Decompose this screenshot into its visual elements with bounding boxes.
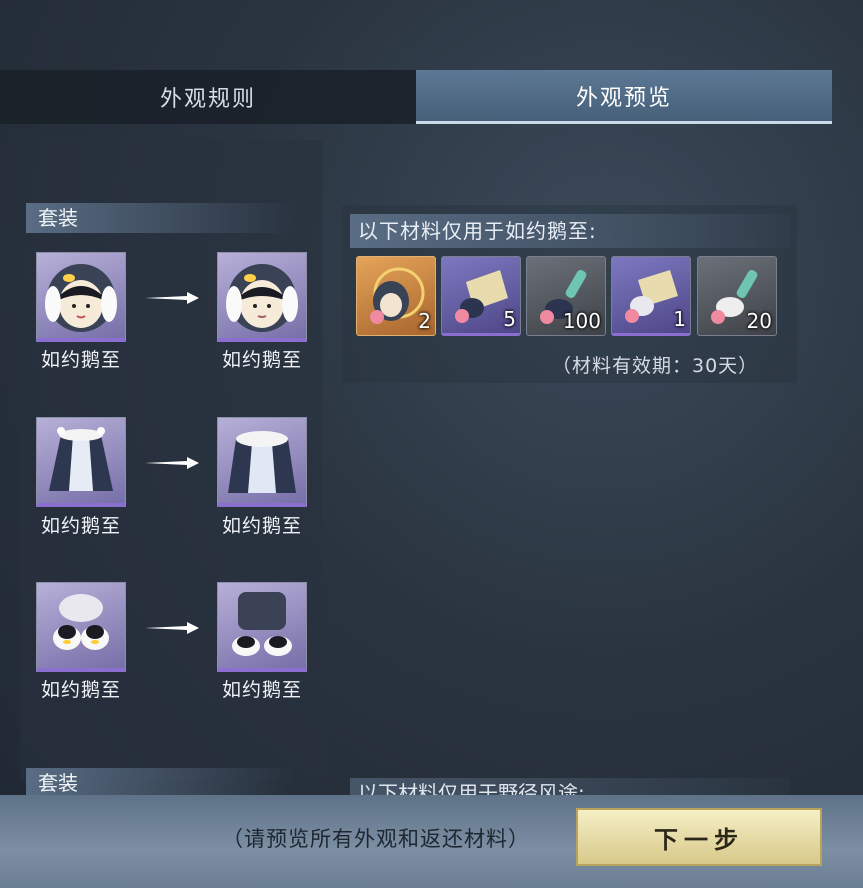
material-slot[interactable]: 100 (526, 256, 606, 336)
section-title-outfit-2: 套装 (26, 768, 296, 795)
arrow-right-icon (145, 292, 199, 304)
penguin-cloak-outfit-icon (49, 426, 113, 491)
material-slot[interactable]: 1 (611, 256, 691, 336)
footer-hint: （请预览所有外观和返还材料） (222, 827, 530, 851)
material-count: 5 (503, 307, 516, 331)
material-count: 100 (562, 309, 601, 333)
item-name-to: 如约鹅至 (221, 349, 302, 371)
tab-appearance-preview[interactable]: 外观预览 (416, 70, 832, 124)
penguin-hood-head-icon (226, 263, 298, 332)
item-card-from-head[interactable] (36, 252, 126, 342)
penguin-slippers-icon (53, 593, 109, 650)
penguin-cloak-outfit-icon (228, 430, 296, 493)
material-count: 2 (418, 309, 431, 333)
item-name-from: 如约鹅至 (40, 679, 121, 701)
item-card-to-head[interactable] (217, 252, 307, 342)
arrow-right-icon (145, 457, 199, 469)
materials-label: 以下材料仅用于如约鹅至: (350, 214, 790, 248)
material-count: 20 (746, 309, 772, 333)
item-name-to: 如约鹅至 (221, 679, 302, 701)
item-card-from-cloak[interactable] (36, 417, 126, 507)
item-card-to-cloak[interactable] (217, 417, 307, 507)
material-slot[interactable]: 2 (356, 256, 436, 336)
item-card-to-slippers[interactable] (217, 582, 307, 672)
penguin-slippers-icon (232, 591, 292, 656)
material-slot[interactable]: 20 (697, 256, 777, 336)
penguin-hood-head-icon (45, 263, 117, 332)
tab-appearance-rules[interactable]: 外观规则 (0, 70, 416, 124)
item-name-to: 如约鹅至 (221, 515, 302, 537)
next-step-button[interactable]: 下一步 (576, 808, 822, 866)
item-card-from-slippers[interactable] (36, 582, 126, 672)
tab-bar: 外观规则 外观预览 (0, 70, 832, 124)
material-count: 1 (673, 307, 686, 331)
item-name-from: 如约鹅至 (40, 349, 121, 371)
arrow-right-icon (145, 622, 199, 634)
material-validity-text: （材料有效期：30天） (552, 355, 759, 377)
item-name-from: 如约鹅至 (40, 515, 121, 537)
material-slot[interactable]: 5 (441, 256, 521, 336)
section-title-outfit: 套装 (26, 203, 296, 233)
